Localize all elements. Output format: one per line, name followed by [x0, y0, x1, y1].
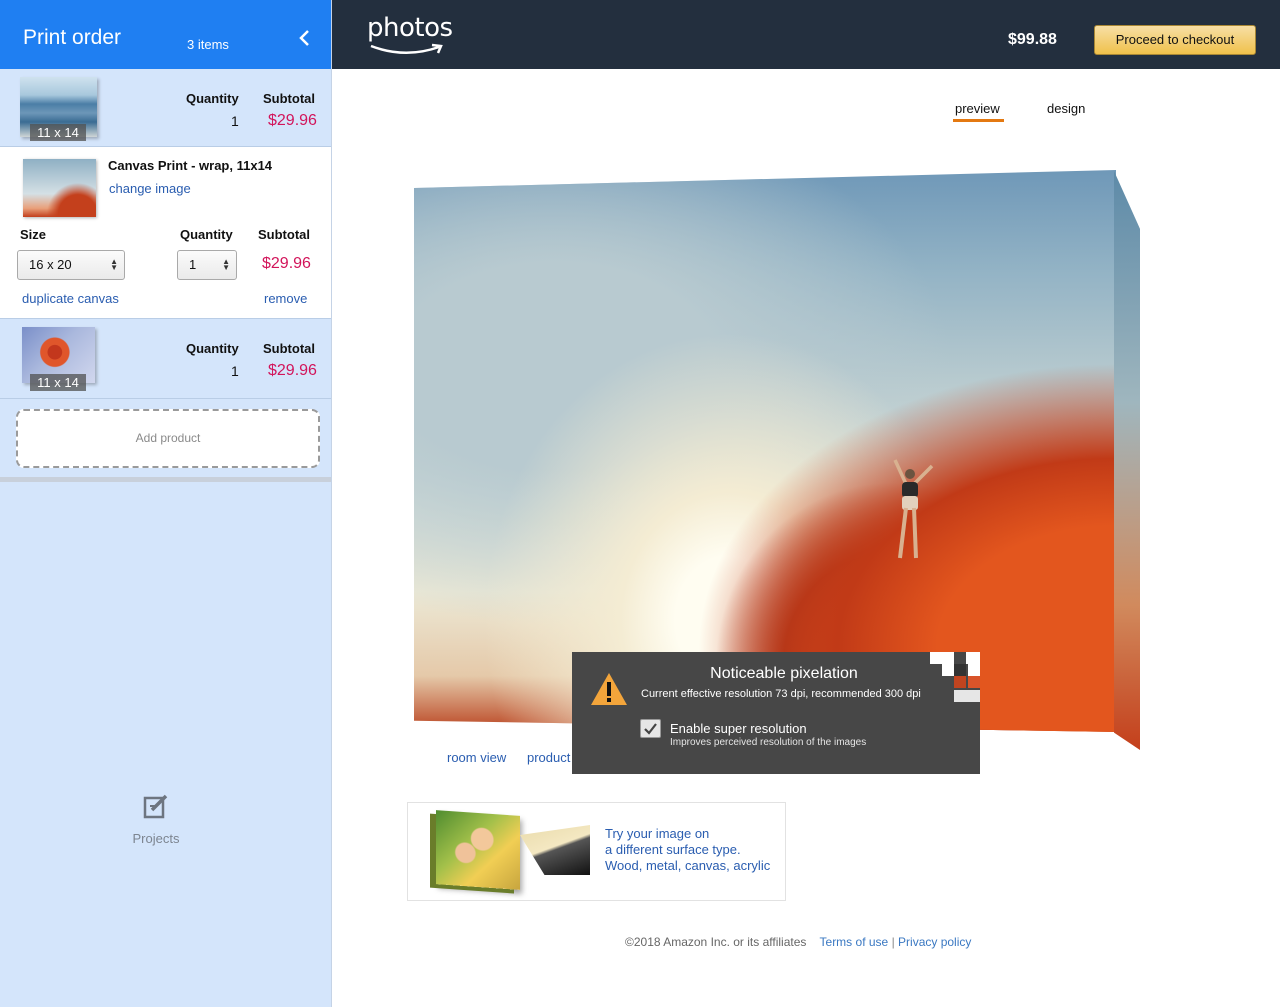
checkmark-icon — [644, 723, 657, 735]
add-product-button[interactable]: Add product — [16, 409, 320, 468]
quantity-label: Quantity — [186, 341, 239, 356]
size-label: Size — [20, 227, 47, 242]
room-view-link[interactable]: room view — [447, 750, 506, 765]
copyright-text: ©2018 Amazon Inc. or its affiliates — [625, 935, 807, 949]
quantity-select[interactable]: 1 ▲ ▼ — [177, 250, 237, 280]
duplicate-canvas-link[interactable]: duplicate canvas — [22, 291, 119, 306]
quantity-value: 1 — [231, 113, 239, 129]
logo-text: photos — [367, 13, 453, 43]
sidebar-divider — [0, 477, 331, 482]
size-tag: 11 x 14 — [30, 124, 86, 141]
change-image-link[interactable]: change image — [109, 181, 191, 196]
tab-design[interactable]: design — [1047, 101, 1085, 116]
quantity-label: Quantity — [180, 227, 233, 242]
pixel-block — [930, 652, 942, 664]
top-bar: photos $99.88 Proceed to checkout — [332, 0, 1280, 69]
order-item-3[interactable]: 11 x 14 Quantity Subtotal 1 $29.96 — [0, 319, 331, 399]
order-item-2: Canvas Print - wrap, 11x14 change image … — [0, 147, 331, 319]
chevron-left-icon[interactable] — [296, 28, 314, 48]
product-view-link[interactable]: product — [527, 750, 570, 765]
popup-title: Noticeable pixelation — [710, 665, 858, 682]
sidebar-header: Print order 3 items — [0, 0, 331, 69]
subtotal-value: $29.96 — [262, 255, 311, 272]
size-select-value: 16 x 20 — [29, 257, 72, 272]
quantity-value: 1 — [231, 363, 239, 379]
popup-subtitle: Current effective resolution 73 dpi, rec… — [641, 688, 921, 700]
promo-line-2: a different surface type. — [605, 842, 741, 857]
canvas-preview-image — [414, 170, 1116, 732]
footer: ©2018 Amazon Inc. or its affiliates Term… — [625, 935, 971, 949]
canvas-sample-image — [436, 810, 520, 890]
pixel-block — [954, 690, 966, 702]
projects-button[interactable]: Projects — [118, 794, 194, 846]
footer-separator: | — [891, 935, 895, 949]
remove-link[interactable]: remove — [264, 291, 307, 306]
photos-logo[interactable]: photos — [367, 13, 453, 54]
smile-arrow-icon — [370, 43, 443, 54]
quantity-select-value: 1 — [189, 257, 197, 272]
pixel-block — [966, 690, 980, 702]
subtotal-label: Subtotal — [263, 341, 315, 356]
pixelation-warning-popup: Noticeable pixelation Current effective … — [572, 652, 980, 774]
tab-preview[interactable]: preview — [955, 101, 1000, 116]
promo-line-1: Try your image on — [605, 826, 710, 841]
edit-icon — [143, 794, 168, 819]
subtotal-label: Subtotal — [263, 91, 315, 106]
order-item-1[interactable]: 11 x 14 Quantity Subtotal 1 $29.96 — [0, 69, 331, 147]
proceed-to-checkout-button[interactable]: Proceed to checkout — [1094, 25, 1256, 55]
pixel-block — [968, 652, 980, 664]
select-caret-icon: ▲ ▼ — [110, 257, 118, 272]
projects-label: Projects — [132, 831, 180, 846]
item-thumbnail — [23, 159, 96, 217]
canvas-wrap-edge — [1114, 171, 1140, 750]
size-tag: 11 x 14 — [30, 374, 86, 391]
subtotal-label: Subtotal — [258, 227, 310, 242]
super-resolution-description: Improves perceived resolution of the ima… — [670, 737, 867, 748]
person-figure — [893, 459, 934, 559]
subtotal-value: $29.96 — [268, 112, 317, 129]
sidebar-title: Print order — [23, 26, 122, 49]
item-count: 3 items — [187, 37, 229, 52]
super-resolution-label[interactable]: Enable super resolution — [670, 721, 807, 736]
subtotal-value: $29.96 — [268, 362, 317, 379]
surface-type-promo[interactable]: Try your image on a different surface ty… — [407, 802, 786, 901]
privacy-policy-link[interactable]: Privacy policy — [898, 935, 971, 949]
quantity-label: Quantity — [186, 91, 239, 106]
select-caret-icon: ▲ ▼ — [222, 257, 230, 272]
metal-sample-image — [520, 825, 590, 875]
super-resolution-checkbox[interactable] — [640, 719, 661, 738]
order-sidebar: Print order 3 items 11 x 14 Quantity Sub… — [0, 0, 332, 1007]
product-name: Canvas Print - wrap, 11x14 — [108, 158, 273, 173]
terms-of-use-link[interactable]: Terms of use — [820, 935, 889, 949]
order-total: $99.88 — [1008, 31, 1057, 48]
active-tab-indicator — [953, 119, 1004, 122]
promo-line-3: Wood, metal, canvas, acrylic — [605, 858, 771, 873]
pixel-block — [942, 652, 954, 664]
promo-text: Try your image on a different surface ty… — [605, 826, 770, 874]
size-select[interactable]: 16 x 20 ▲ ▼ — [17, 250, 125, 280]
